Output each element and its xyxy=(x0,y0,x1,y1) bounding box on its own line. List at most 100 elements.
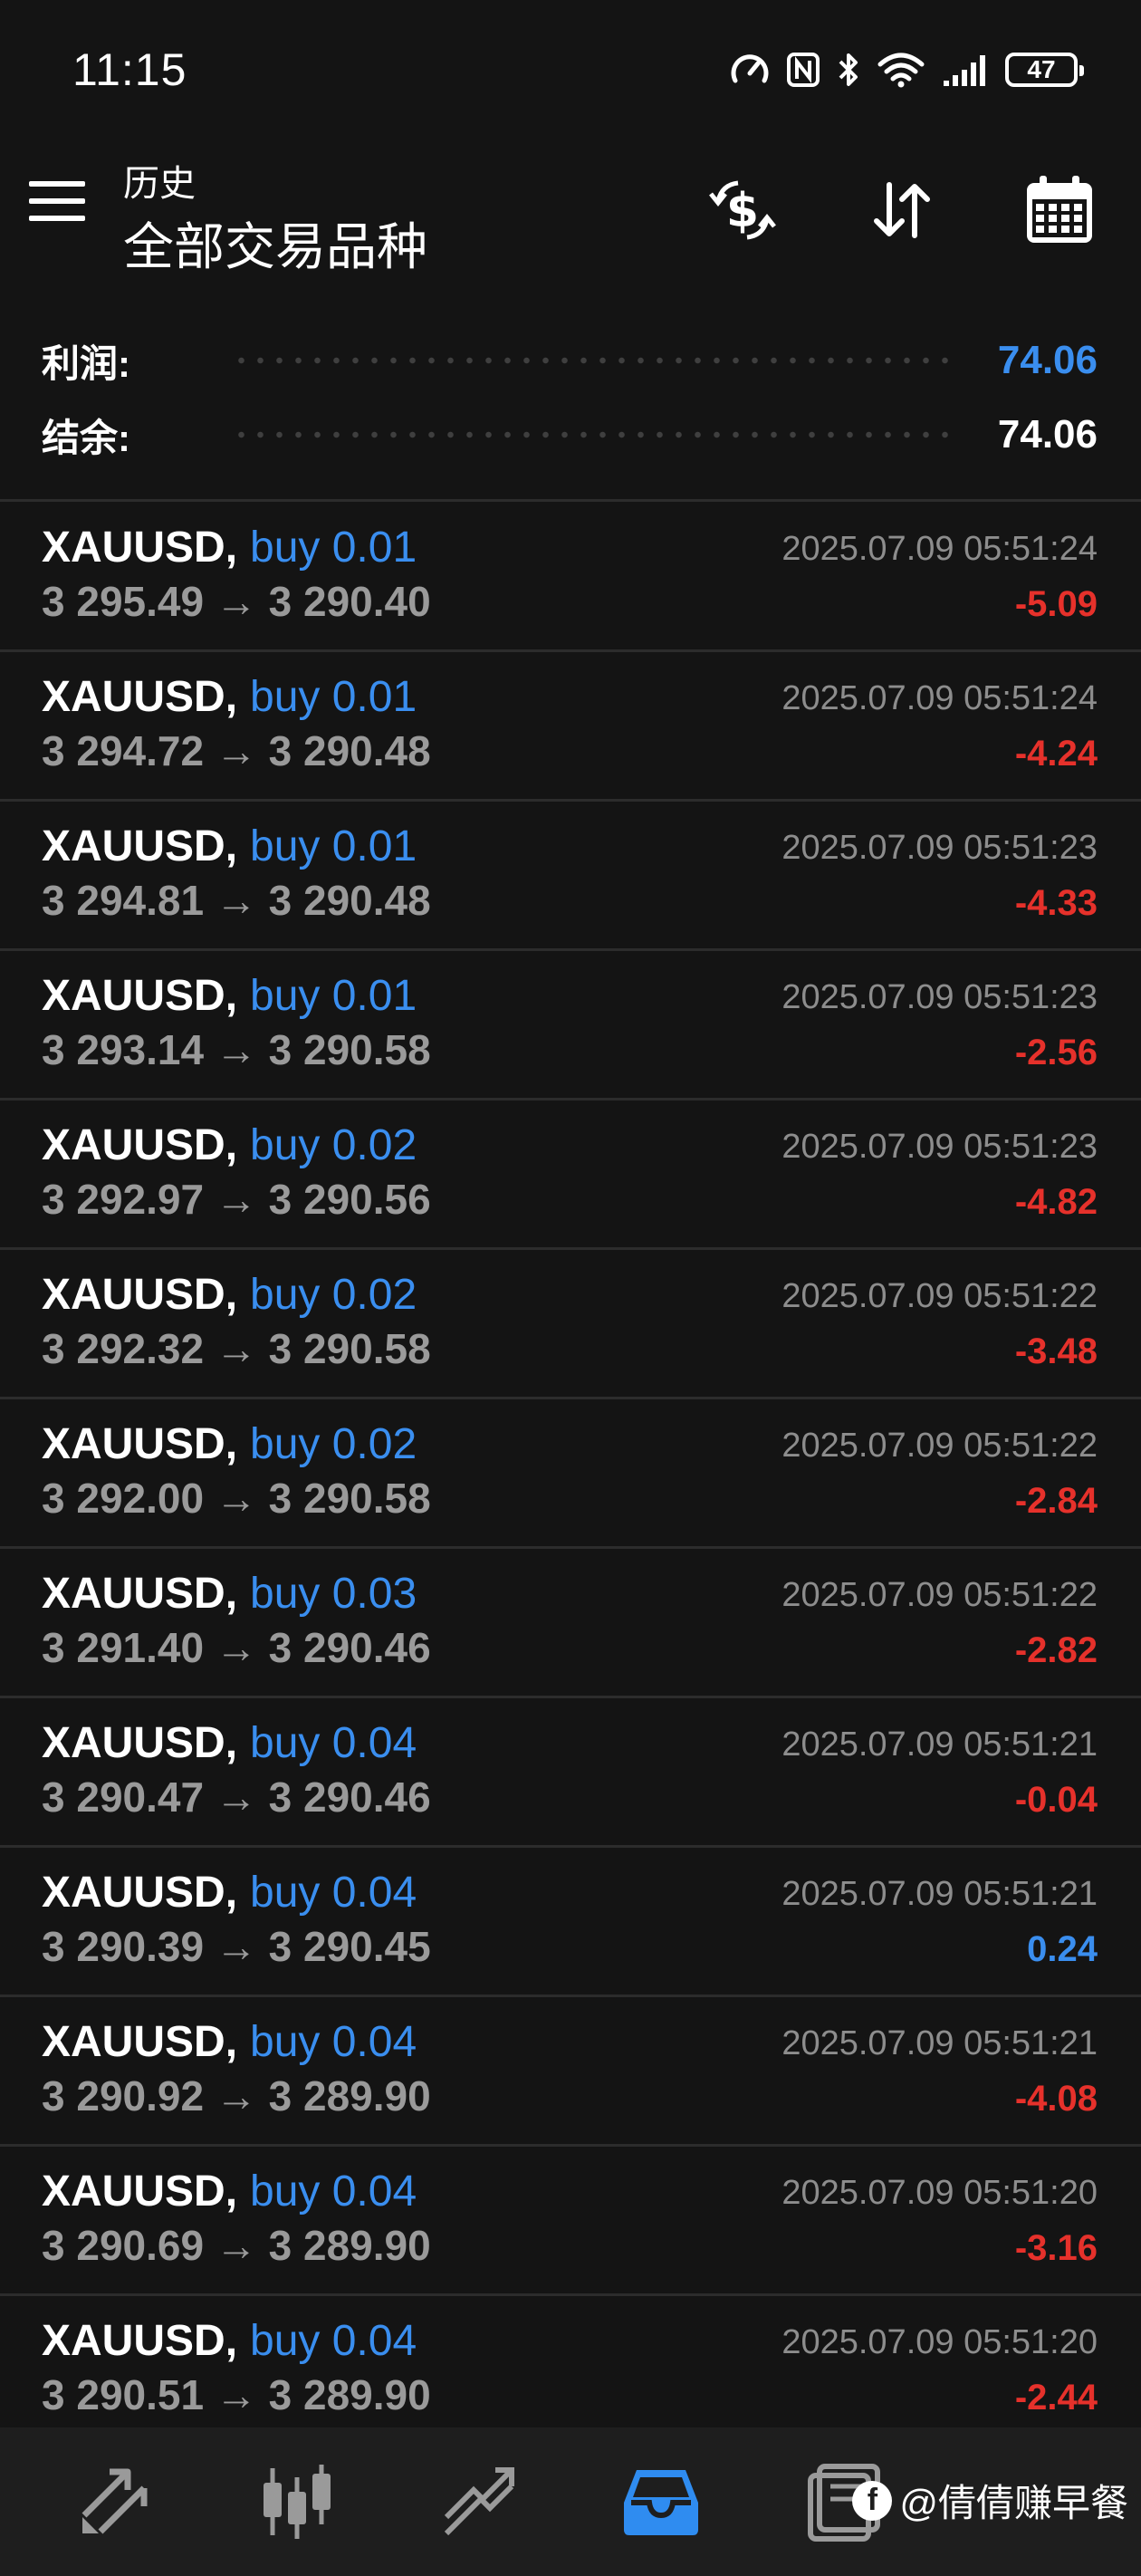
open-price: 3 294.81 xyxy=(42,877,205,924)
trade-time: 2025.07.09 05:51:21 xyxy=(781,1875,1098,1913)
trade-side-volume: buy 0.01 xyxy=(250,524,417,572)
trade-profit: 0.24 xyxy=(1027,1929,1098,1969)
trade-side-volume: buy 0.03 xyxy=(250,1570,417,1618)
trade-time: 2025.07.09 05:51:20 xyxy=(781,2174,1098,2212)
close-price: 3 290.58 xyxy=(268,1325,431,1372)
trade-side-volume: buy 0.04 xyxy=(250,1719,417,1767)
status-time: 11:15 xyxy=(72,44,187,95)
open-price: 3 295.49 xyxy=(42,578,205,625)
trade-time: 2025.07.09 05:51:22 xyxy=(781,1427,1098,1465)
close-price: 3 290.58 xyxy=(268,1475,431,1522)
trade-profit: -3.48 xyxy=(1014,1331,1098,1371)
trade-profit: -2.82 xyxy=(1014,1630,1098,1670)
svg-text:$: $ xyxy=(726,184,759,238)
watermark-logo: f xyxy=(852,2480,893,2521)
trade-time: 2025.07.09 05:51:22 xyxy=(781,1277,1098,1315)
trade-prices: 3 290.92 → 3 289.90 xyxy=(42,2071,431,2120)
trade-side-volume: buy 0.02 xyxy=(250,1271,417,1319)
wifi-icon xyxy=(877,53,925,88)
balance-label: 结余: xyxy=(42,416,130,459)
trade-side-volume: buy 0.02 xyxy=(250,1121,417,1169)
trade-symbol: XAUUSD, xyxy=(42,972,238,1020)
balance-row: 结余: 74.06 xyxy=(42,403,1098,466)
trade-row[interactable]: XAUUSD, buy 0.04 3 290.92 → 3 289.90 2025.0… xyxy=(0,1997,1141,2147)
trade-row[interactable]: XAUUSD, buy 0.02 3 292.97 → 3 290.56 2025.0… xyxy=(0,1101,1141,1250)
battery-icon: 47 xyxy=(1005,53,1084,87)
trade-prices: 3 295.49 → 3 290.40 xyxy=(42,577,431,626)
profit-value: 74.06 xyxy=(997,338,1098,382)
trade-row[interactable]: XAUUSD, buy 0.01 3 295.49 → 3 290.40 2025.0… xyxy=(0,503,1141,652)
currency-swap-button[interactable]: $ xyxy=(701,168,784,252)
trade-row[interactable]: XAUUSD, buy 0.04 3 290.51 → 3 289.90 2025.0… xyxy=(0,2296,1141,2446)
trade-symbol: XAUUSD, xyxy=(42,524,238,572)
calendar-icon xyxy=(1027,176,1092,243)
trade-history-list[interactable]: XAUUSD, buy 0.01 3 295.49 → 3 290.40 2025.0… xyxy=(0,503,1141,2446)
trade-prices: 3 292.97 → 3 290.56 xyxy=(42,1175,431,1224)
trade-row[interactable]: XAUUSD, buy 0.04 3 290.47 → 3 290.46 2025.0… xyxy=(0,1698,1141,1848)
trade-row[interactable]: XAUUSD, buy 0.04 3 290.69 → 3 289.90 2025.0… xyxy=(0,2147,1141,2296)
trade-row[interactable]: XAUUSD, buy 0.04 3 290.39 → 3 290.45 2025.0… xyxy=(0,1848,1141,1997)
arrow-right-icon: → xyxy=(204,1325,269,1372)
trade-side-volume: buy 0.01 xyxy=(250,673,417,721)
summary-panel: 利润: 74.06 结余: 74.06 xyxy=(0,317,1141,498)
open-price: 3 290.92 xyxy=(42,2072,205,2119)
trade-side-volume: buy 0.01 xyxy=(250,972,417,1020)
arrow-right-icon: → xyxy=(204,1624,269,1671)
trade-prices: 3 290.69 → 3 289.90 xyxy=(42,2221,431,2270)
arrow-right-icon: → xyxy=(204,1923,269,1970)
arrow-right-icon: → xyxy=(204,2371,269,2418)
open-price: 3 290.69 xyxy=(42,2222,205,2269)
trade-row[interactable]: XAUUSD, buy 0.02 3 292.32 → 3 290.58 2025.0… xyxy=(0,1250,1141,1399)
trade-prices: 3 290.51 → 3 289.90 xyxy=(42,2370,431,2419)
balance-value: 74.06 xyxy=(997,412,1098,457)
watermark-text: @倩倩赚早餐 xyxy=(899,2482,1128,2524)
calendar-button[interactable] xyxy=(1018,168,1101,252)
trade-time: 2025.07.09 05:51:23 xyxy=(781,1128,1098,1166)
trade-side-volume: buy 0.04 xyxy=(250,2317,417,2365)
open-price: 3 292.00 xyxy=(42,1475,205,1522)
arrow-right-icon: → xyxy=(204,2222,269,2269)
status-bar: 11:15 47 xyxy=(0,0,1141,136)
trade-prices: 3 291.40 → 3 290.46 xyxy=(42,1623,431,1672)
arrow-right-icon: → xyxy=(204,877,269,924)
nav-chart[interactable] xyxy=(252,2456,342,2547)
arrow-right-icon: → xyxy=(204,1773,269,1821)
signal-icon xyxy=(944,55,985,86)
open-price: 3 290.47 xyxy=(42,1773,205,1821)
divider xyxy=(0,499,1141,502)
trade-symbol: XAUUSD, xyxy=(42,2167,238,2216)
trade-row[interactable]: XAUUSD, buy 0.01 3 294.81 → 3 290.48 2025.0… xyxy=(0,802,1141,951)
trade-row[interactable]: XAUUSD, buy 0.01 3 293.14 → 3 290.58 2025.0… xyxy=(0,951,1141,1101)
nav-trade[interactable] xyxy=(435,2456,525,2547)
close-price: 3 290.45 xyxy=(268,1923,431,1970)
trade-row[interactable]: XAUUSD, buy 0.03 3 291.40 → 3 290.46 2025.0… xyxy=(0,1549,1141,1698)
open-price: 3 292.97 xyxy=(42,1176,205,1223)
nav-history[interactable] xyxy=(616,2456,706,2547)
nfc-icon xyxy=(787,53,820,87)
trade-row[interactable]: XAUUSD, buy 0.01 3 294.72 → 3 290.48 2025.0… xyxy=(0,652,1141,802)
trade-profit: -4.33 xyxy=(1014,883,1098,923)
trade-time: 2025.07.09 05:51:20 xyxy=(781,2323,1098,2361)
menu-button[interactable] xyxy=(29,181,92,235)
close-price: 3 290.56 xyxy=(268,1176,431,1223)
profit-row: 利润: 74.06 xyxy=(42,329,1098,392)
sort-button[interactable] xyxy=(860,168,944,252)
trade-profit: -5.09 xyxy=(1014,584,1098,624)
close-price: 3 289.90 xyxy=(268,2371,431,2418)
trade-prices: 3 294.72 → 3 290.48 xyxy=(42,726,431,775)
arrow-right-icon: → xyxy=(204,1026,269,1073)
trade-symbol: XAUUSD, xyxy=(42,1719,238,1767)
page-subtitle: 历史 xyxy=(123,164,196,204)
open-price: 3 294.72 xyxy=(42,727,205,774)
trade-profit: -4.82 xyxy=(1014,1182,1098,1222)
trade-row[interactable]: XAUUSD, buy 0.02 3 292.00 → 3 290.58 2025.0… xyxy=(0,1399,1141,1549)
trade-time: 2025.07.09 05:51:21 xyxy=(781,2024,1098,2062)
close-price: 3 290.48 xyxy=(268,877,431,924)
close-price: 3 290.48 xyxy=(268,727,431,774)
arrow-right-icon: → xyxy=(204,2072,269,2119)
nav-quotes[interactable] xyxy=(69,2456,159,2547)
arrow-right-icon: → xyxy=(204,1475,269,1522)
page-title[interactable]: 全部交易品种 xyxy=(123,207,427,280)
sort-icon xyxy=(874,182,930,238)
currency-swap-icon: $ xyxy=(709,180,776,240)
